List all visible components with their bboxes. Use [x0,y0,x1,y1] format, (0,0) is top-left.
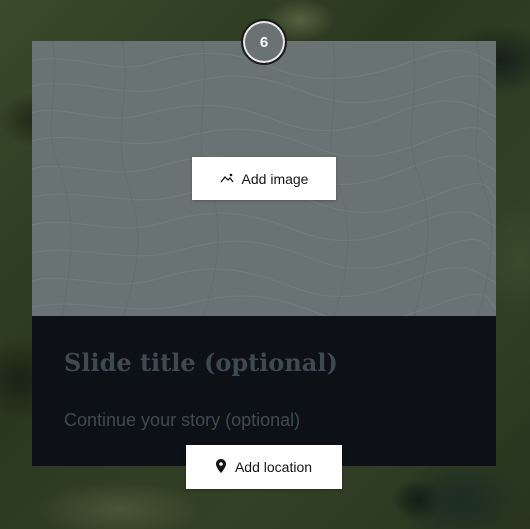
add-location-button[interactable]: Add location [186,445,342,489]
slide-card: Add image Slide title (optional) Continu… [32,41,496,466]
add-location-label: Add location [234,459,313,475]
slide-title-input[interactable]: Slide title (optional) [64,348,338,377]
slide-body-input[interactable]: Continue your story (optional) [64,410,300,431]
slide-number-badge[interactable]: 6 [241,19,287,65]
add-image-button[interactable]: Add image [192,157,336,200]
add-image-label: Add image [241,170,309,187]
image-icon [220,171,234,187]
media-placeholder: Add image [32,41,496,316]
map-pin-icon [215,458,226,476]
slide-text-panel: Slide title (optional) Continue your sto… [32,316,496,466]
